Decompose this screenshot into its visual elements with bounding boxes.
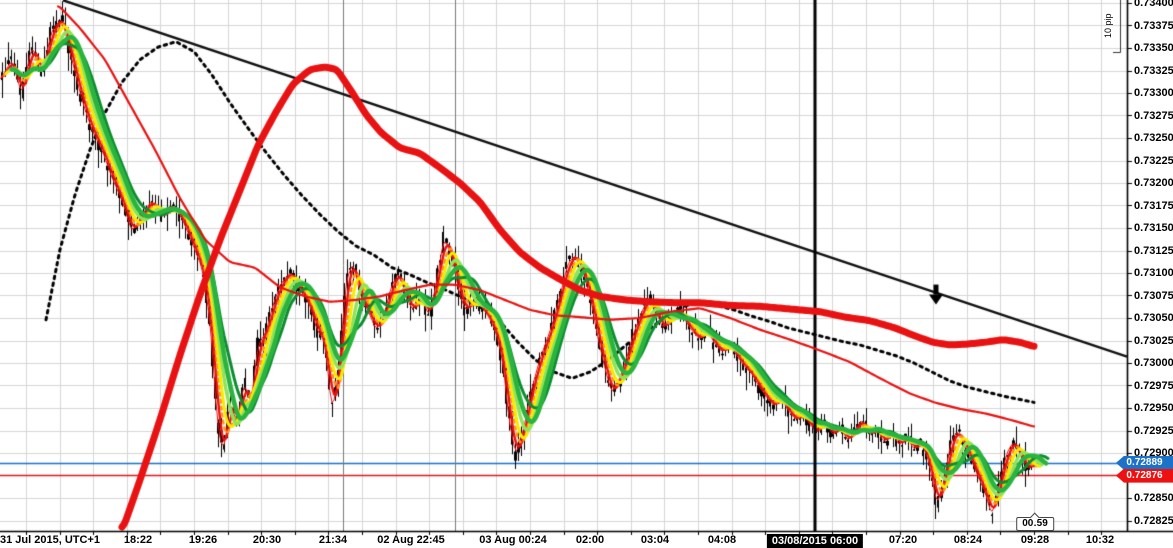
time-tick-label: 18:22 bbox=[124, 534, 152, 546]
price-tick-label: 0.72950 bbox=[1134, 402, 1173, 414]
price-tick-label: 0.73050 bbox=[1134, 312, 1173, 324]
time-tick-label: 19:26 bbox=[189, 534, 217, 546]
time-tick-label: 20:30 bbox=[253, 534, 281, 546]
time-tick-label: 03:04 bbox=[641, 534, 669, 546]
time-tick-label: 09:28 bbox=[1021, 534, 1049, 546]
price-tick-label: 0.73375 bbox=[1134, 20, 1173, 32]
time-tick-label: 07:20 bbox=[889, 534, 917, 546]
time-tick-label: 03 Aug 00:24 bbox=[479, 534, 546, 546]
price-tick-label: 0.73350 bbox=[1134, 42, 1173, 54]
price-tick-label: 0.73325 bbox=[1134, 65, 1173, 77]
price-tick-label: 0.73200 bbox=[1134, 177, 1173, 189]
time-tick-label: 31 Jul 2015, UTC+1 bbox=[0, 534, 100, 546]
blue-price-tag: 0.72889 bbox=[1116, 456, 1173, 470]
chart-window: 0.73400 0.73375 0.73350 0.73325 0.73300 0.732… bbox=[0, 0, 1173, 548]
price-chart-canvas[interactable] bbox=[0, 0, 1173, 548]
time-tick-label-highlighted: 03/08/2015 06:00 bbox=[767, 534, 863, 548]
time-tick-label: 02:00 bbox=[576, 534, 604, 546]
time-tick-label: 02 Aug 22:45 bbox=[377, 534, 444, 546]
pip-scale-label: 10 pip bbox=[1103, 0, 1113, 52]
price-tick-label: 0.73400 bbox=[1134, 0, 1173, 9]
candle-countdown: 00:59 bbox=[1016, 517, 1054, 531]
price-tick-label: 0.73025 bbox=[1134, 335, 1173, 347]
price-tick-label: 0.73125 bbox=[1134, 245, 1173, 257]
price-tick-label: 0.73150 bbox=[1134, 222, 1173, 234]
price-tick-label: 0.72825 bbox=[1134, 515, 1173, 527]
time-tick-label: 08:24 bbox=[954, 534, 982, 546]
price-tick-label: 0.73100 bbox=[1134, 267, 1173, 279]
price-tick-label: 0.73250 bbox=[1134, 132, 1173, 144]
price-tick-label: 0.73275 bbox=[1134, 110, 1173, 122]
price-tick-label: 0.73175 bbox=[1134, 200, 1173, 212]
price-tick-label: 0.73300 bbox=[1134, 87, 1173, 99]
price-tick-label: 0.73225 bbox=[1134, 155, 1173, 167]
price-tick-label: 0.72975 bbox=[1134, 380, 1173, 392]
time-tick-label: 04:08 bbox=[708, 534, 736, 546]
price-tick-label: 0.73000 bbox=[1134, 357, 1173, 369]
time-tick-label: 10:32 bbox=[1086, 534, 1114, 546]
price-tick-label: 0.72850 bbox=[1134, 492, 1173, 504]
price-tick-label: 0.72925 bbox=[1134, 425, 1173, 437]
red-price-tag: 0.72876 bbox=[1116, 469, 1173, 483]
price-tick-label: 0.73075 bbox=[1134, 290, 1173, 302]
time-tick-label: 21:34 bbox=[319, 534, 347, 546]
